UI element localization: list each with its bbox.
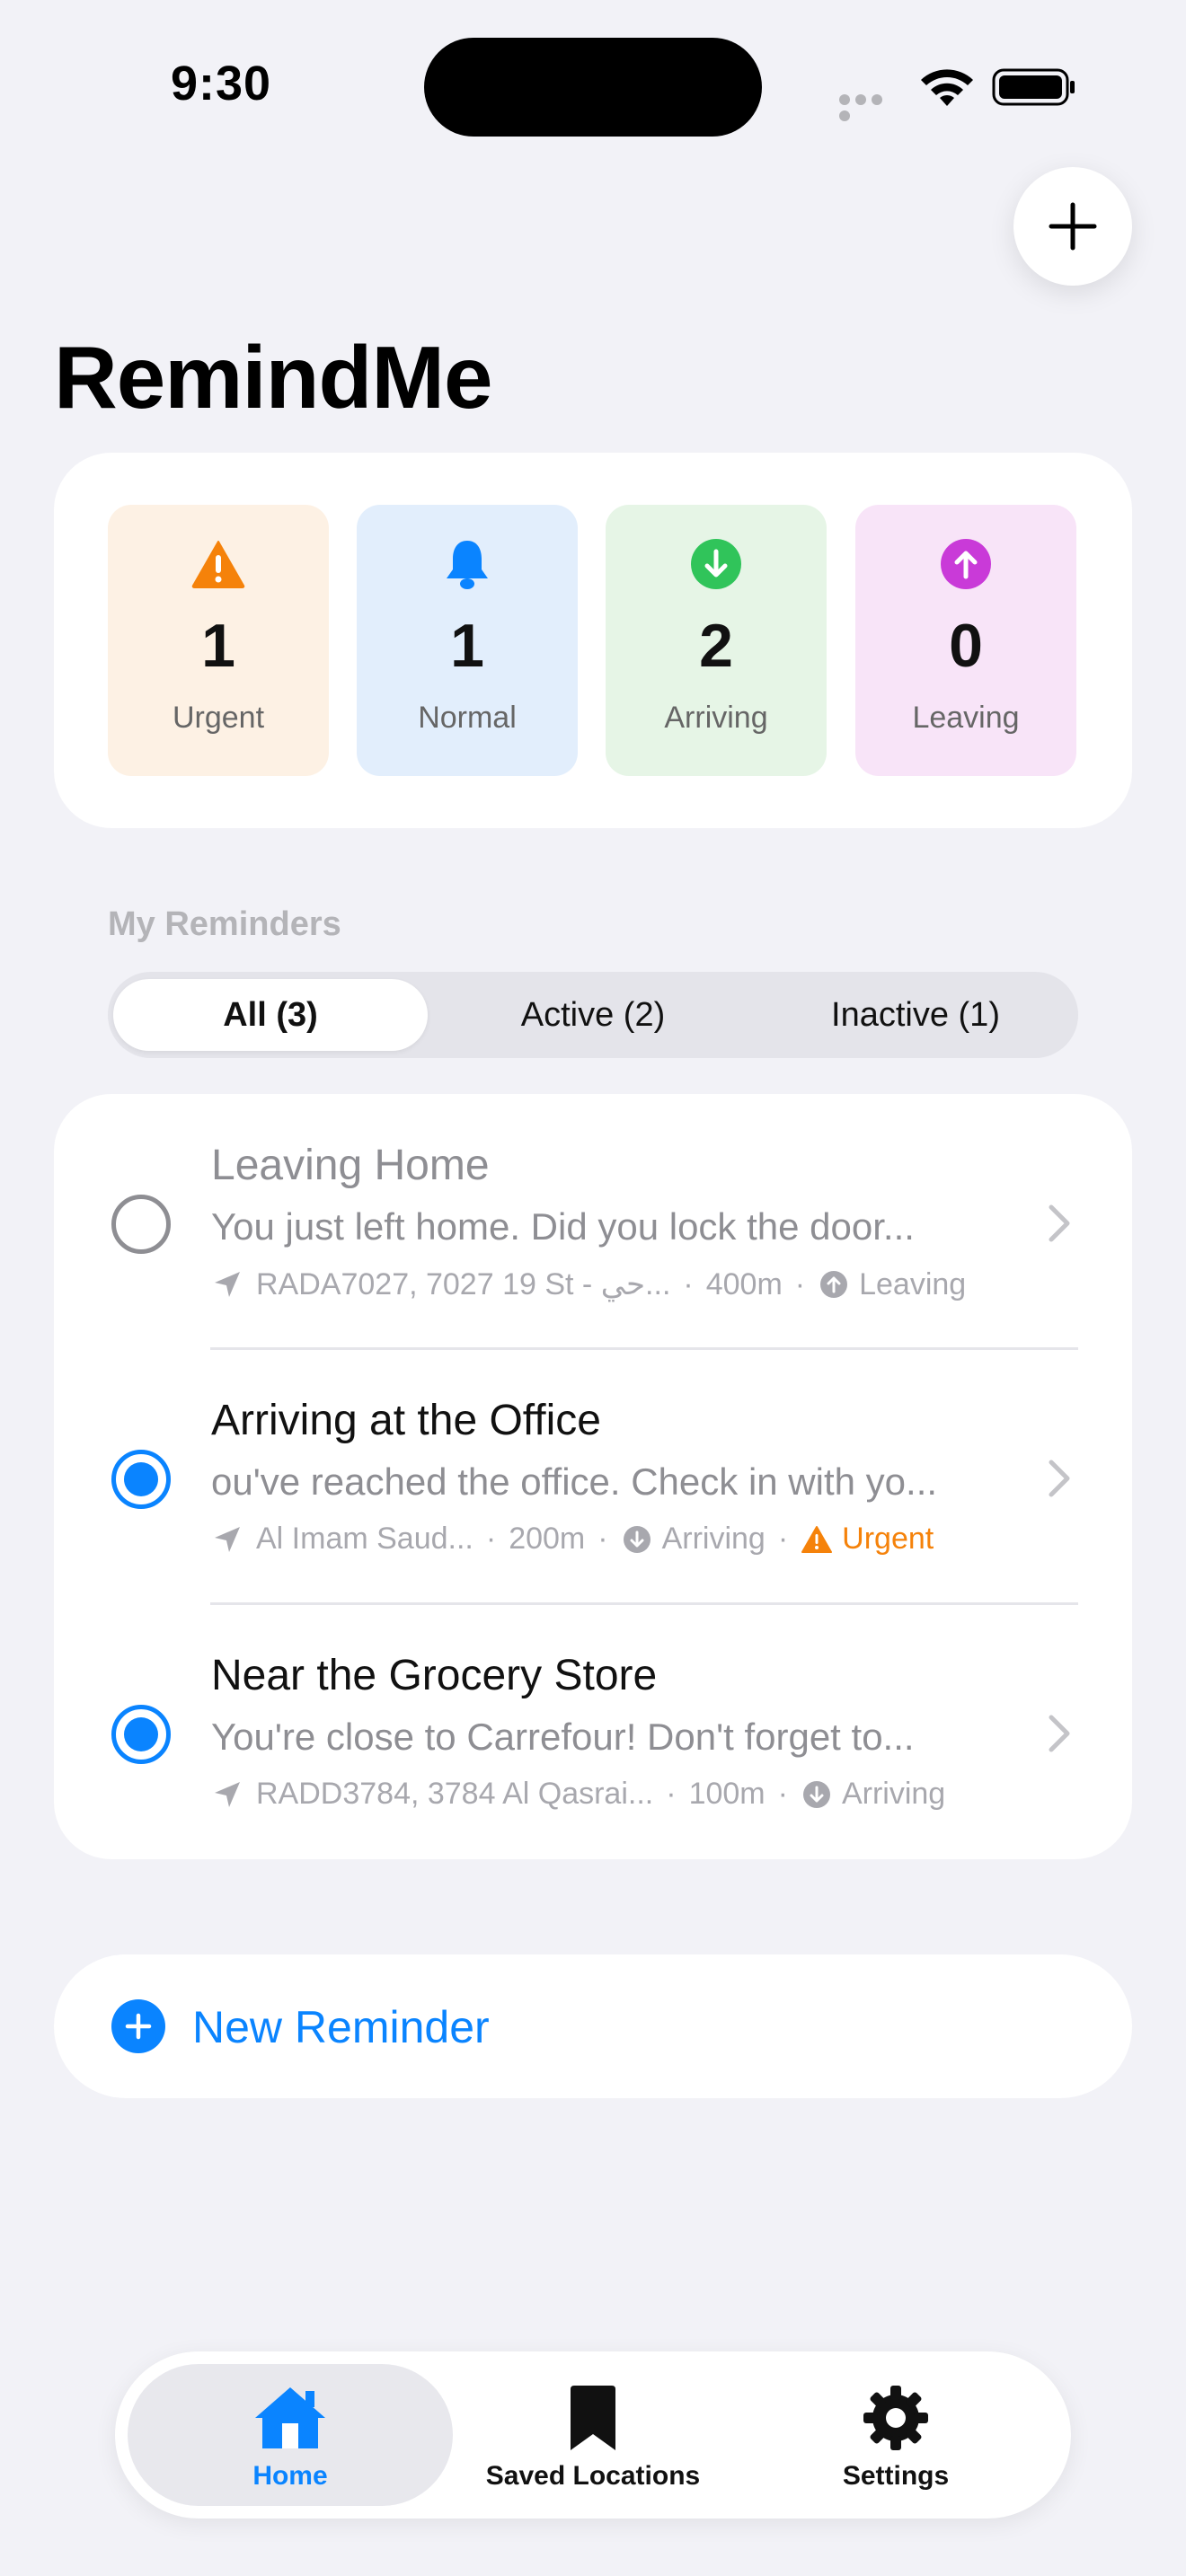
reminder-meta: RADD3784, 3784 Al Qasrai... · 100m · Arr…	[211, 1777, 945, 1812]
filter-tab-inactive[interactable]: Inactive (1)	[758, 979, 1073, 1051]
arrow-up-circle-icon	[820, 1271, 848, 1298]
new-reminder-button[interactable]: New Reminder	[54, 1954, 1132, 2098]
stat-label: Urgent	[172, 701, 265, 735]
stat-leaving[interactable]: 0 Leaving	[855, 505, 1076, 776]
tab-label: Home	[252, 2461, 328, 2491]
page-title: RemindMe	[54, 328, 493, 427]
bookmark-icon	[571, 2386, 615, 2450]
add-reminder-button[interactable]	[1013, 167, 1132, 286]
warning-icon	[801, 1525, 833, 1553]
reminder-trigger: Leaving	[859, 1266, 967, 1301]
reminder-distance: 100m	[688, 1777, 766, 1811]
stat-count: 0	[949, 612, 983, 680]
new-reminder-label: New Reminder	[192, 2002, 490, 2052]
reminder-meta: Al Imam Saud... · 200m · Arriving · Urge…	[211, 1522, 934, 1557]
reminder-distance: 400m	[705, 1266, 783, 1301]
reminder-meta: RADA7027, 7027 19 St - حي... · 400m · Le…	[211, 1266, 966, 1302]
chevron-right-icon	[1049, 1204, 1070, 1242]
list-item[interactable]: Near the Grocery Store You're close to C…	[54, 1604, 1132, 1859]
tab-saved-locations[interactable]: Saved Locations	[440, 2382, 746, 2492]
reminder-title: Arriving at the Office	[211, 1397, 601, 1444]
reminder-trigger: Arriving	[841, 1777, 946, 1811]
arrow-down-circle-icon	[691, 539, 741, 589]
chevron-right-icon	[1049, 1460, 1070, 1497]
gear-icon	[863, 2386, 928, 2450]
reminder-toggle[interactable]	[111, 1450, 171, 1509]
stat-count: 1	[201, 612, 235, 680]
stat-count: 2	[699, 612, 733, 680]
tab-label: Saved Locations	[485, 2461, 701, 2491]
stat-normal[interactable]: 1 Normal	[357, 505, 578, 776]
stat-label: Arriving	[664, 701, 768, 735]
stat-urgent[interactable]: 1 Urgent	[108, 505, 329, 776]
filter-tab-all[interactable]: All (3)	[113, 979, 428, 1051]
tab-settings[interactable]: Settings	[743, 2382, 1049, 2492]
tab-home[interactable]: Home	[137, 2382, 443, 2492]
stat-arriving[interactable]: 2 Arriving	[606, 505, 827, 776]
house-icon	[255, 2387, 325, 2448]
wifi-icon	[921, 69, 973, 106]
location-arrow-icon	[215, 1272, 240, 1297]
stats-summary-card: 1 Urgent 1 Normal 2 Arriving 0 Leaving	[54, 453, 1132, 828]
reminder-location: RADA7027, 7027 19 St - حي...	[256, 1267, 671, 1301]
reminder-body: You just left home. Did you lock the doo…	[211, 1205, 915, 1248]
list-item[interactable]: Arriving at the Office ou've reached the…	[54, 1349, 1132, 1604]
reminder-toggle[interactable]	[111, 1195, 171, 1254]
reminder-body: You're close to Carrefour! Don't forget …	[211, 1716, 915, 1758]
tab-label: Settings	[842, 2461, 950, 2491]
stat-count: 1	[450, 612, 484, 680]
reminders-list: Leaving Home You just left home. Did you…	[54, 1094, 1132, 1859]
reminder-priority: Urgent	[842, 1522, 934, 1556]
dynamic-island	[424, 38, 762, 137]
bell-icon	[447, 541, 488, 589]
filter-segmented-control: All (3) Active (2) Inactive (1)	[108, 972, 1078, 1058]
reminder-distance: 200m	[509, 1522, 586, 1556]
arrow-down-circle-icon	[623, 1525, 651, 1553]
battery-icon	[992, 68, 1075, 106]
reminder-location: RADD3784, 3784 Al Qasrai...	[256, 1777, 654, 1811]
stat-label: Leaving	[912, 701, 1020, 735]
list-item[interactable]: Leaving Home You just left home. Did you…	[54, 1094, 1132, 1349]
reminder-title: Leaving Home	[211, 1142, 490, 1189]
filter-tab-active[interactable]: Active (2)	[436, 979, 750, 1051]
reminder-title: Near the Grocery Store	[211, 1652, 658, 1699]
signal-icon	[839, 93, 902, 121]
reminder-body: ou've reached the office. Check in with …	[211, 1460, 938, 1503]
location-arrow-icon	[215, 1526, 240, 1552]
arrow-down-circle-icon	[802, 1780, 830, 1808]
plus-icon	[1049, 202, 1097, 251]
reminder-trigger: Arriving	[661, 1522, 766, 1556]
chevron-right-icon	[1049, 1715, 1070, 1752]
section-title: My Reminders	[108, 905, 341, 943]
plus-circle-icon	[111, 1999, 165, 2053]
stat-label: Normal	[418, 701, 517, 735]
warning-icon	[191, 541, 245, 588]
reminder-location: Al Imam Saud...	[256, 1522, 474, 1556]
status-time: 9:30	[171, 57, 272, 110]
reminder-toggle[interactable]	[111, 1705, 171, 1764]
location-arrow-icon	[215, 1781, 240, 1807]
arrow-up-circle-icon	[941, 539, 991, 589]
